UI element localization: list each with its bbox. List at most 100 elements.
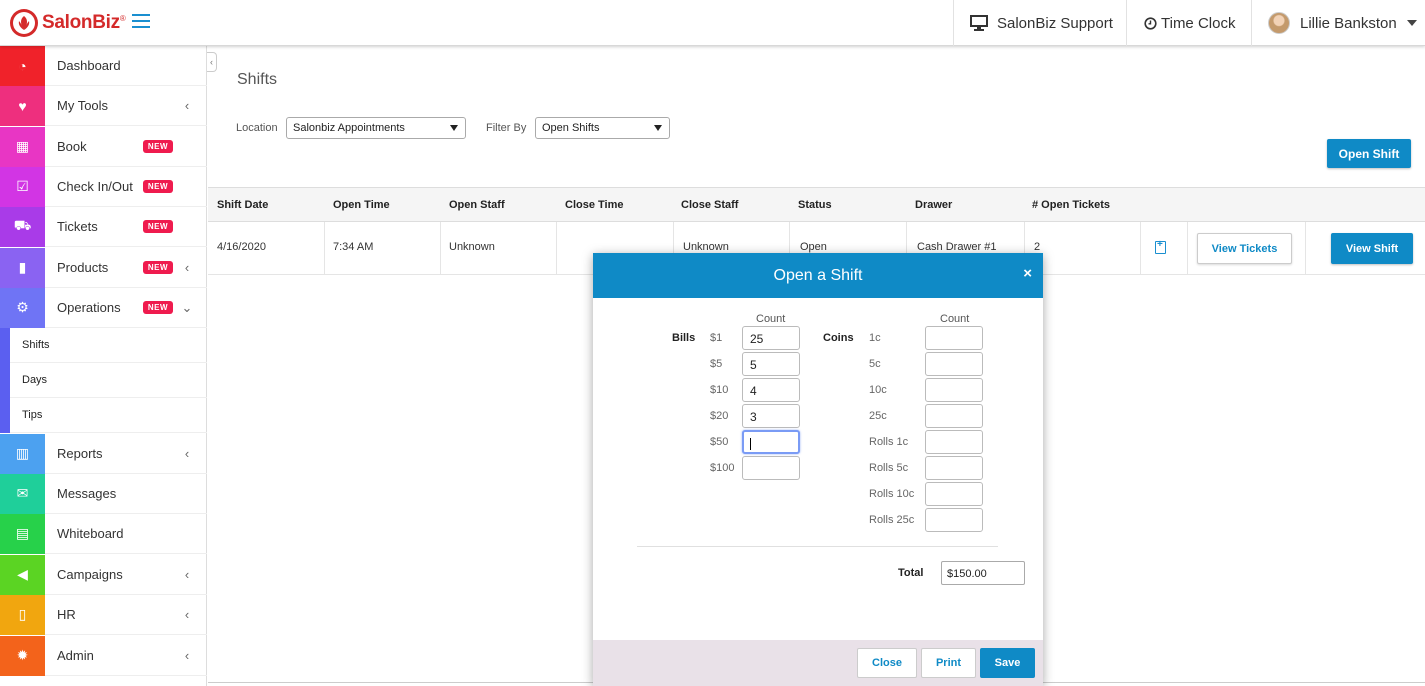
user-name: Lillie Bankston — [1300, 14, 1397, 32]
column-header[interactable]: Drawer — [915, 199, 952, 211]
total-field[interactable]: $150.00 — [941, 561, 1025, 585]
print-button[interactable]: Print — [921, 648, 976, 678]
bar-chart-icon: ▥ — [0, 433, 45, 474]
hamburger-menu-icon[interactable] — [132, 14, 150, 30]
bill-count-input[interactable]: 25 — [742, 326, 800, 350]
coin-denomination-label: 1c — [869, 332, 881, 344]
sidebar-collapse-toggle[interactable]: ‹ — [207, 52, 217, 72]
coin-count-input[interactable] — [925, 456, 983, 480]
sidebar-item-dashboard[interactable]: ◔ Dashboard — [0, 45, 207, 86]
sidebar-item-book[interactable]: ▦ Book NEW — [0, 126, 207, 167]
coin-denomination-label: Rolls 1c — [869, 436, 909, 448]
sidebar-subitem-label: Shifts — [22, 339, 50, 351]
column-header[interactable]: Status — [798, 199, 832, 211]
user-menu[interactable]: Lillie Bankston — [1251, 0, 1425, 46]
sidebar-item-whiteboard[interactable]: ▤ Whiteboard — [0, 513, 207, 554]
coin-count-input[interactable] — [925, 352, 983, 376]
sidebar-item-campaigns[interactable]: ◀ Campaigns ‹ — [0, 554, 207, 595]
bill-count-input[interactable]: 4 — [742, 378, 800, 402]
sidebar-item-label: Check In/Out — [57, 179, 133, 194]
modal-footer: Close Print Save — [593, 640, 1043, 686]
location-select[interactable]: Salonbiz Appointments — [286, 117, 466, 139]
top-bar: SalonBiz ® SalonBiz Support Time Clock L… — [0, 0, 1425, 46]
column-header[interactable]: Close Time — [565, 199, 624, 211]
new-badge: NEW — [142, 140, 173, 153]
bill-denomination-label: $100 — [710, 462, 735, 474]
bill-count-value: 3 — [750, 410, 757, 424]
envelope-icon: ✉ — [0, 473, 45, 514]
view-shift-button[interactable]: View Shift — [1331, 233, 1413, 264]
filter-select[interactable]: Open Shifts — [535, 117, 670, 139]
modal-title: Open a Shift — [773, 266, 863, 284]
bill-count-input[interactable]: 3 — [742, 404, 800, 428]
sidebar-item-label: Dashboard — [57, 58, 121, 73]
sidebar-item-reports[interactable]: ▥ Reports ‹ — [0, 433, 207, 474]
column-header[interactable]: Shift Date — [217, 199, 268, 211]
bill-count-input[interactable] — [742, 456, 800, 480]
coin-denomination-label: 5c — [869, 358, 881, 370]
modal-header: Open a Shift × — [593, 253, 1043, 298]
modal-divider — [637, 546, 998, 547]
sidebar-item-label: Operations — [57, 300, 121, 315]
column-header[interactable]: Open Time — [333, 199, 390, 211]
new-badge: NEW — [142, 261, 173, 274]
sidebar-subitem-label: Days — [22, 374, 48, 386]
sidebar-item-admin[interactable]: ✹ Admin ‹ — [0, 635, 207, 676]
location-label: Location — [236, 122, 278, 134]
coin-count-input[interactable] — [925, 430, 983, 454]
logo-mark-icon — [10, 9, 38, 37]
open-shift-modal: Open a Shift × Count Count Bills Coins T… — [593, 253, 1043, 686]
add-document-icon[interactable] — [1155, 239, 1166, 254]
column-header[interactable]: Close Staff — [681, 199, 738, 211]
bill-count-input[interactable]: 5 — [742, 352, 800, 376]
time-clock-label: Time Clock — [1161, 14, 1236, 32]
bill-denomination-label: $5 — [710, 358, 723, 370]
sidebar-item-operations[interactable]: ⚙ Operations NEW ⌄ — [0, 287, 207, 328]
chevron-left-icon: ‹ — [184, 648, 190, 663]
cell-open-tickets: 2 — [1034, 241, 1041, 253]
coins-count-header: Count — [940, 313, 970, 325]
time-clock-link[interactable]: Time Clock — [1126, 0, 1252, 46]
filter-by-label: Filter By — [486, 122, 527, 134]
bill-denomination-label: $10 — [710, 384, 729, 396]
open-shift-button[interactable]: Open Shift — [1327, 139, 1411, 168]
column-header[interactable]: # Open Tickets — [1032, 199, 1110, 211]
view-tickets-button[interactable]: View Tickets — [1197, 233, 1292, 264]
bill-count-value: 5 — [750, 358, 757, 372]
bill-count-input[interactable] — [742, 430, 800, 454]
sidebar-item-hr[interactable]: ▯ HR ‹ — [0, 594, 207, 635]
sidebar-item-products[interactable]: ▮ Products NEW ‹ — [0, 247, 207, 288]
coin-count-input[interactable] — [925, 404, 983, 428]
text-cursor — [750, 437, 751, 450]
support-label: SalonBiz Support — [997, 14, 1113, 32]
avatar — [1268, 12, 1290, 34]
sidebar-item-tickets[interactable]: ⛟ Tickets NEW — [0, 206, 207, 247]
coin-count-input[interactable] — [925, 326, 983, 350]
close-icon[interactable]: × — [1023, 265, 1032, 282]
sidebar-subitem-tips[interactable]: Tips — [0, 397, 207, 433]
coin-count-input[interactable] — [925, 508, 983, 532]
sidebar-item-label: Campaigns — [57, 567, 123, 582]
coin-count-input[interactable] — [925, 482, 983, 506]
salonbiz-support-link[interactable]: SalonBiz Support — [953, 0, 1127, 46]
sidebar-item-my-tools[interactable]: ♥ My Tools ‹ — [0, 85, 207, 126]
whiteboard-icon: ▤ — [0, 513, 45, 554]
sidebar-subitem-days[interactable]: Days — [0, 362, 207, 398]
coin-denomination-label: Rolls 5c — [869, 462, 909, 474]
sidebar-subitem-shifts[interactable]: Shifts — [0, 327, 207, 363]
heartbeat-icon: ♥ — [0, 85, 45, 126]
sidebar-item-messages[interactable]: ✉ Messages — [0, 473, 207, 514]
salonbiz-logo[interactable]: SalonBiz ® — [10, 8, 126, 38]
sidebar-item-label: HR — [57, 607, 76, 622]
close-button[interactable]: Close — [857, 648, 917, 678]
coin-count-input[interactable] — [925, 378, 983, 402]
bill-count-value: 25 — [750, 332, 764, 346]
save-button[interactable]: Save — [980, 648, 1035, 678]
chevron-left-icon: ‹ — [184, 567, 190, 582]
gears-icon: ⚙ — [0, 287, 45, 328]
sidebar-subitem-label: Tips — [22, 409, 43, 421]
document-icon: ▯ — [0, 594, 45, 635]
sidebar-item-check-in-out[interactable]: ☑ Check In/Out NEW — [0, 166, 207, 207]
column-header[interactable]: Open Staff — [449, 199, 505, 211]
bill-count-value: 4 — [750, 384, 757, 398]
